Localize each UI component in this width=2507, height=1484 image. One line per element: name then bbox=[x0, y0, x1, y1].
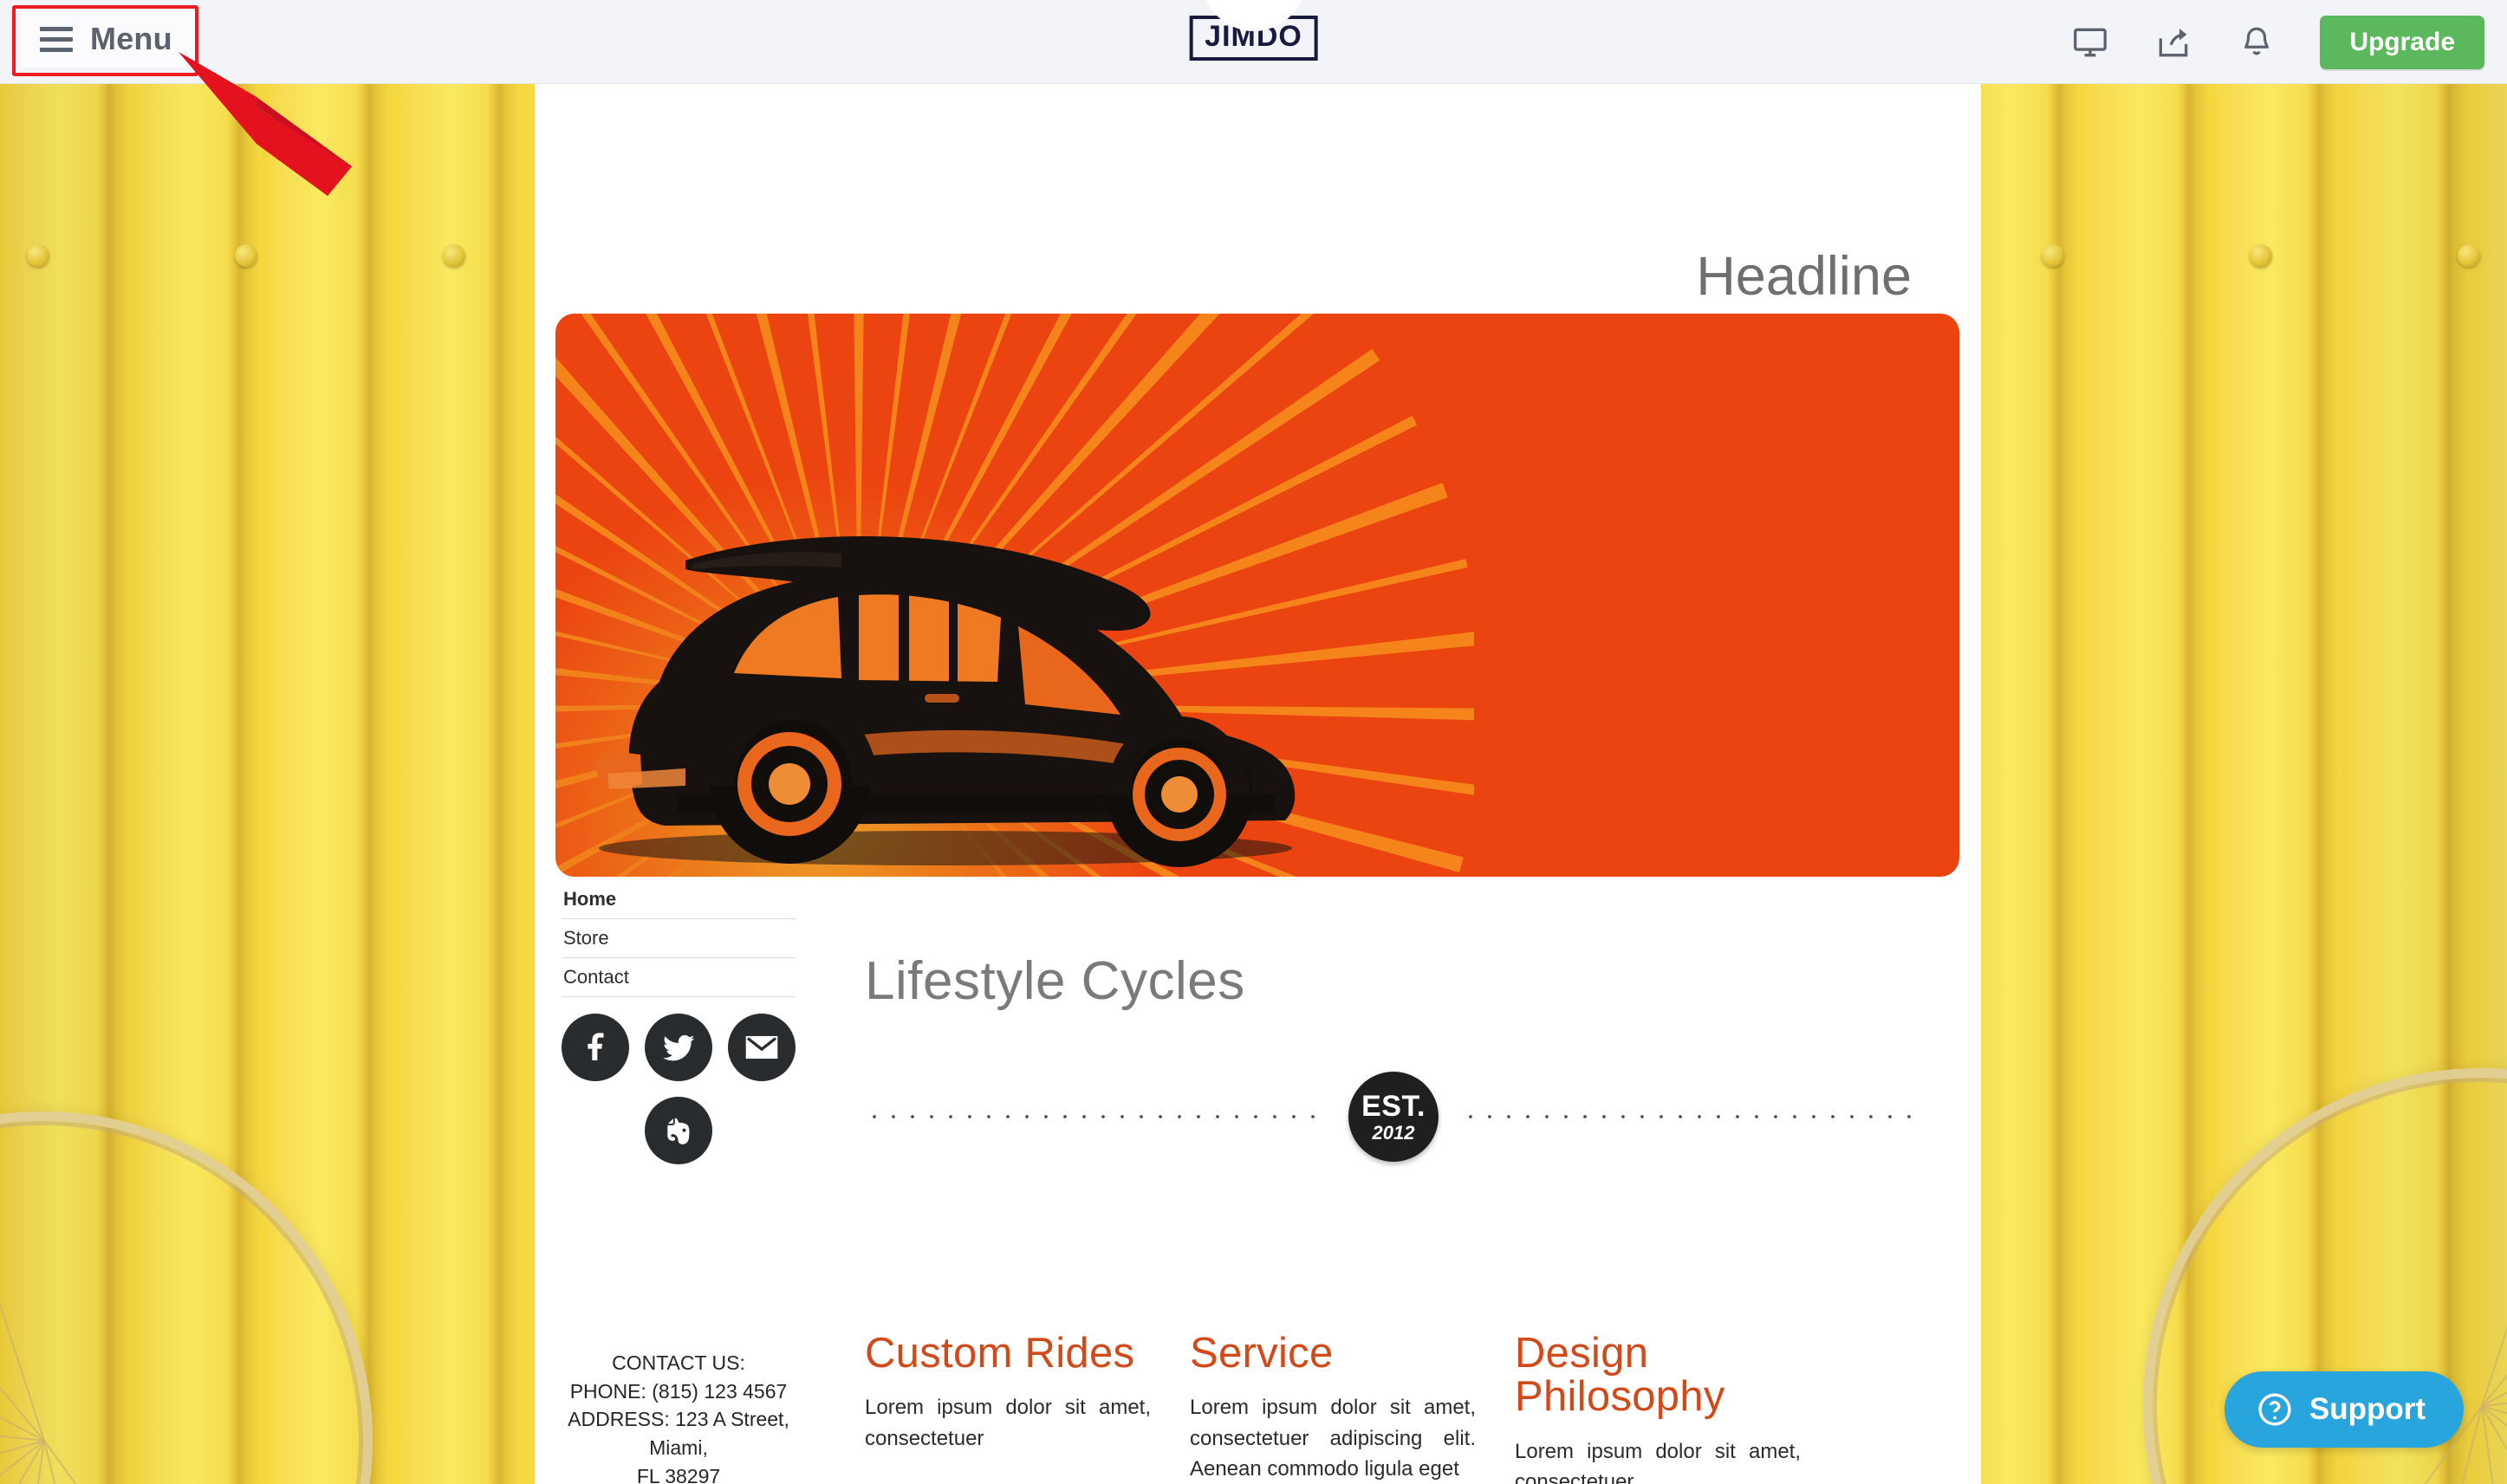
top-bar-actions: Upgrade bbox=[2070, 0, 2484, 84]
wall-screw-icon bbox=[27, 244, 49, 267]
established-divider: EST. 2012 bbox=[865, 1072, 1922, 1162]
feature-columns: Custom Rides Lorem ipsum dolor sit amet,… bbox=[865, 1332, 1948, 1484]
feature-column-service: Service Lorem ipsum dolor sit amet, cons… bbox=[1190, 1332, 1476, 1484]
wall-screw-icon bbox=[2458, 244, 2480, 267]
social-links[interactable] bbox=[562, 1014, 796, 1180]
question-mark-icon bbox=[2258, 1393, 2291, 1426]
est-badge: EST. 2012 bbox=[1348, 1072, 1439, 1162]
feature-heading: Design Philosophy bbox=[1515, 1330, 1725, 1421]
email-icon[interactable] bbox=[728, 1014, 796, 1081]
nav-item-store[interactable]: Store bbox=[562, 919, 796, 958]
share-icon[interactable] bbox=[2153, 23, 2193, 62]
feature-body: Lorem ipsum dolor sit amet, consectetuer bbox=[1515, 1439, 1801, 1484]
feature-body: Lorem ipsum dolor sit amet, consectetuer bbox=[865, 1396, 1151, 1450]
notifications-bell-icon[interactable] bbox=[2237, 23, 2276, 62]
nav-item-contact[interactable]: Contact bbox=[562, 958, 796, 997]
feature-heading: Custom Rides bbox=[865, 1330, 1135, 1377]
site-navigation[interactable]: Home Store Contact bbox=[562, 880, 796, 997]
feature-column-design-philosophy: Design Philosophy Lorem ipsum dolor sit … bbox=[1515, 1332, 1801, 1484]
contact-line-2: PHONE: (815) 123 4567 bbox=[569, 1379, 788, 1403]
wall-screw-icon bbox=[443, 244, 465, 267]
est-badge-year: 2012 bbox=[1372, 1121, 1415, 1144]
dotted-line-right bbox=[1461, 1114, 1922, 1119]
preview-monitor-icon[interactable] bbox=[2070, 23, 2110, 62]
contact-line-1: CONTACT US: bbox=[612, 1351, 745, 1374]
vw-beetle-silhouette-graphic bbox=[596, 535, 1296, 867]
feature-body: Lorem ipsum dolor sit amet, consectetuer… bbox=[1190, 1396, 1476, 1481]
hero-image[interactable] bbox=[555, 314, 1959, 877]
menu-button[interactable]: Menu bbox=[21, 10, 195, 68]
hamburger-icon bbox=[40, 26, 73, 52]
wall-screw-icon bbox=[2250, 244, 2272, 267]
dotted-line-left bbox=[865, 1114, 1326, 1119]
nav-item-home[interactable]: Home bbox=[562, 880, 796, 919]
menu-button-label: Menu bbox=[90, 21, 172, 56]
website-preview-canvas[interactable]: Headline Home Store Contact CONTACT US: … bbox=[535, 84, 1981, 1484]
twitter-icon[interactable] bbox=[645, 1014, 712, 1081]
contact-info: CONTACT US: PHONE: (815) 123 4567 ADDRES… bbox=[549, 1349, 809, 1484]
brand-title: Lifestyle Cycles bbox=[865, 951, 1245, 1011]
est-badge-label: EST. bbox=[1361, 1089, 1426, 1123]
feature-heading: Service bbox=[1190, 1330, 1334, 1377]
wall-screw-icon bbox=[2042, 244, 2064, 267]
feature-column-custom-rides: Custom Rides Lorem ipsum dolor sit amet,… bbox=[865, 1332, 1151, 1484]
page-headline: Headline bbox=[1696, 246, 1912, 307]
contact-line-3: ADDRESS: 123 A Street, Miami, bbox=[568, 1408, 789, 1459]
upgrade-button[interactable]: Upgrade bbox=[2320, 15, 2484, 69]
support-button-label: Support bbox=[2309, 1392, 2426, 1426]
facebook-icon[interactable] bbox=[562, 1014, 629, 1081]
evernote-icon[interactable] bbox=[645, 1097, 712, 1164]
contact-line-4: FL 38297 bbox=[636, 1464, 721, 1484]
wall-screw-icon bbox=[235, 244, 257, 267]
editor-top-bar: Menu JIMDO Upgrade bbox=[0, 0, 2507, 84]
support-button[interactable]: Support bbox=[2224, 1371, 2464, 1448]
